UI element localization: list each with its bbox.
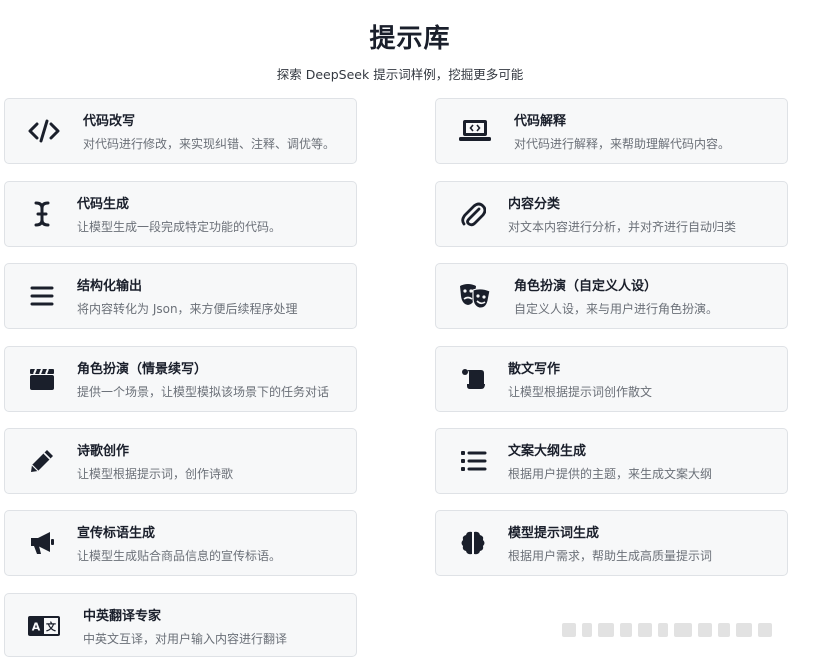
card-description: 根据用户需求，帮助生成高质量提示词: [508, 549, 713, 563]
page-subtitle: 探索 DeepSeek 提示词样例，挖掘更多可能: [276, 67, 524, 82]
card-description: 将内容转化为 Json，来方便后续程序处理: [77, 302, 298, 316]
card-title: 代码解释: [514, 114, 567, 129]
svg-text:文: 文: [46, 621, 57, 634]
brain-icon: [456, 526, 490, 560]
svg-text:A: A: [32, 621, 41, 634]
card-title: 诗歌创作: [77, 444, 130, 459]
card-description: 提供一个场景，让模型模拟该场景下的任务对话: [77, 385, 330, 399]
card-title: 代码改写: [83, 114, 136, 129]
prompt-card-translation[interactable]: A文 中英翻译专家 中英文互译，对用户输入内容进行翻译: [4, 593, 357, 657]
clapperboard-icon: [25, 362, 59, 396]
card-description: 对代码进行修改，来实现纠错、注释、调优等。: [83, 137, 336, 151]
prompt-card-code-explain[interactable]: 代码解释 对代码进行解释，来帮助理解代码内容。: [435, 98, 788, 164]
code-icon: [27, 114, 61, 148]
card-description: 让模型根据提示词，创作诗歌: [77, 467, 234, 481]
prompt-card-roleplay-custom[interactable]: 角色扮演（自定义人设） 自定义人设，来与用户进行角色扮演。: [435, 263, 788, 329]
prompt-card-code-generate[interactable]: 代码生成 让模型生成一段完成特定功能的代码。: [4, 181, 357, 247]
prompt-card-prompt-generate[interactable]: 模型提示词生成 根据用户需求，帮助生成高质量提示词: [435, 510, 788, 576]
card-description: 让模型根据提示词创作散文: [508, 385, 653, 399]
card-description: 让模型生成贴合商品信息的宣传标语。: [77, 549, 282, 563]
card-title: 角色扮演（自定义人设）: [514, 279, 658, 294]
card-title: 代码生成: [77, 197, 130, 212]
paperclip-icon: [456, 197, 490, 231]
prompt-card-prose[interactable]: 散文写作 让模型根据提示词创作散文: [435, 346, 788, 412]
card-title: 宣传标语生成: [77, 526, 156, 541]
prompt-card-structured-output[interactable]: 结构化输出 将内容转化为 Json，来方便后续程序处理: [4, 263, 357, 329]
card-description: 对文本内容进行分析，并对齐进行自动归类: [508, 220, 737, 234]
prompt-card-roleplay-scene[interactable]: 角色扮演（情景续写） 提供一个场景，让模型模拟该场景下的任务对话: [4, 346, 357, 412]
prompt-card-slogan[interactable]: 宣传标语生成 让模型生成贴合商品信息的宣传标语。: [4, 510, 357, 576]
translate-icon: A文: [27, 609, 61, 643]
card-title: 结构化输出: [77, 279, 143, 294]
card-description: 让模型生成一段完成特定功能的代码。: [77, 220, 282, 234]
card-title: 内容分类: [508, 197, 561, 212]
card-description: 根据用户提供的主题，来生成文案大纲: [508, 467, 713, 481]
prompt-card-code-rewrite[interactable]: 代码改写 对代码进行修改，来实现纠错、注释、调优等。: [4, 98, 357, 164]
card-title: 模型提示词生成: [508, 526, 600, 541]
prompt-card-content-classify[interactable]: 内容分类 对文本内容进行分析，并对齐进行自动归类: [435, 181, 788, 247]
watermark: [562, 618, 802, 642]
text-cursor-icon: [25, 197, 59, 231]
card-description: 对代码进行解释，来帮助理解代码内容。: [514, 137, 731, 151]
scroll-icon: [456, 362, 490, 396]
prompt-card-poetry[interactable]: 诗歌创作 让模型根据提示词，创作诗歌: [4, 428, 357, 494]
megaphone-icon: [25, 526, 59, 560]
list-icon: [456, 444, 490, 478]
card-description: 自定义人设，来与用户进行角色扮演。: [514, 302, 719, 316]
pencil-icon: [25, 444, 59, 478]
laptop-code-icon: [458, 114, 492, 148]
menu-bars-icon: [25, 279, 59, 313]
theater-masks-icon: [458, 279, 492, 313]
card-title: 中英翻译专家: [83, 609, 162, 624]
card-title: 散文写作: [508, 362, 561, 377]
card-description: 中英文互译，对用户输入内容进行翻译: [83, 632, 288, 646]
card-title: 角色扮演（情景续写）: [77, 362, 208, 377]
card-title: 文案大纲生成: [508, 444, 587, 459]
page-title: 提示库: [369, 24, 451, 54]
prompt-card-copy-outline[interactable]: 文案大纲生成 根据用户提供的主题，来生成文案大纲: [435, 428, 788, 494]
